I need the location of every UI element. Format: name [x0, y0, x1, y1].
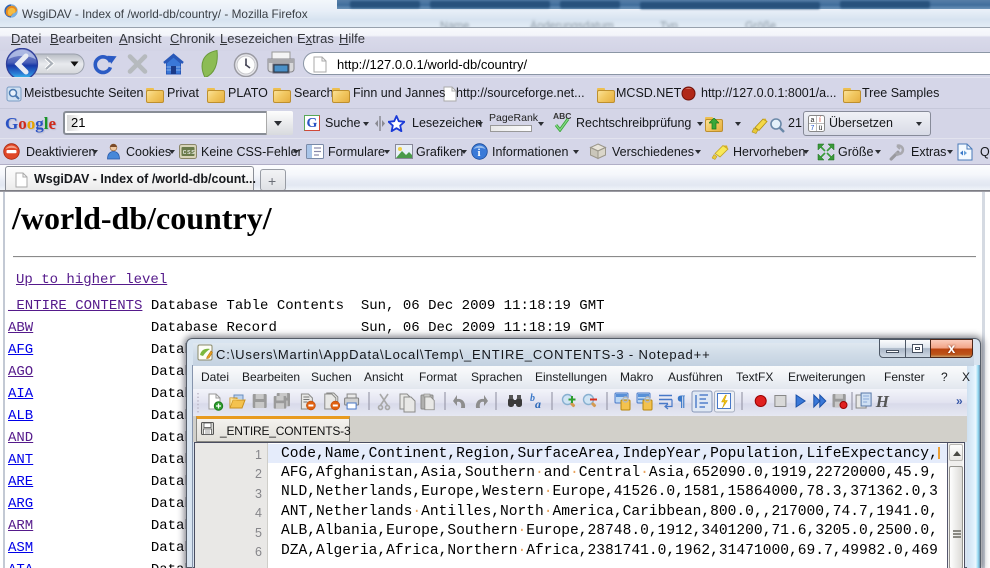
svg-text:¶: ¶: [677, 393, 686, 410]
svg-text:H: H: [875, 392, 890, 411]
svg-text:ü: ü: [819, 125, 823, 132]
svg-text:í: í: [819, 117, 821, 124]
svg-text:»: »: [956, 394, 963, 408]
svg-text:i: i: [478, 147, 481, 159]
svg-text:7: 7: [811, 125, 815, 132]
svg-text:a: a: [811, 117, 815, 124]
svg-text:css: css: [183, 149, 196, 157]
svg-text:a: a: [535, 397, 541, 411]
